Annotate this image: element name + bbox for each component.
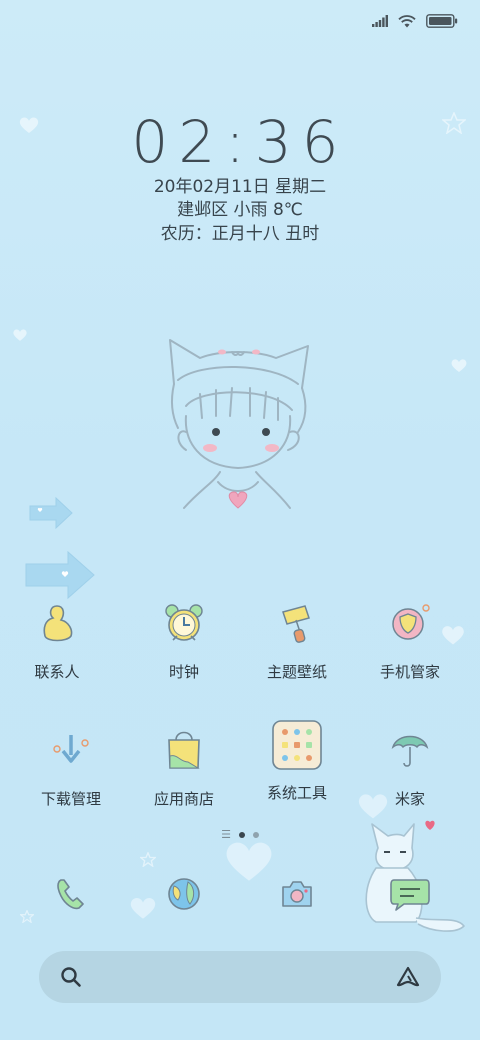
date-weekday: 20年02月11日 星期二 (153, 177, 327, 197)
messages-icon (390, 879, 430, 911)
search-input[interactable] (99, 961, 373, 995)
wifi-icon (398, 14, 416, 27)
heart-decoration-icon (226, 842, 272, 881)
star-decoration-icon (140, 852, 156, 867)
app-label: 手机管家 (379, 663, 440, 681)
search-icon[interactable] (59, 965, 83, 989)
search-bar[interactable] (39, 951, 441, 1003)
browser-icon (168, 878, 200, 910)
app-label: 系统工具 (266, 784, 327, 802)
themes-icon (269, 595, 325, 651)
page-menu-icon[interactable]: ☰ (221, 829, 231, 840)
status-bar (372, 12, 458, 30)
heart-decoration-icon (13, 329, 27, 341)
arrow-decoration-icon (29, 496, 73, 530)
page-indicator[interactable]: ☰ (0, 829, 480, 840)
star-decoration-icon (20, 910, 34, 923)
dock-browser[interactable] (156, 866, 212, 922)
app-label: 应用商店 (153, 790, 214, 808)
heart-decoration-icon (451, 359, 467, 373)
app-folder-tools[interactable]: 系统工具 (242, 716, 352, 803)
app-downloads[interactable]: 下载管理 (16, 722, 126, 809)
page-dot-active[interactable] (238, 831, 245, 838)
app-label: 米家 (394, 790, 425, 808)
page-dot[interactable] (252, 831, 259, 838)
arrow-decoration-icon (25, 550, 95, 600)
lunar-date: 农历：正月十八 丑时 (160, 224, 320, 244)
boy-cat-hat-illustration (169, 339, 309, 509)
security-icon (382, 595, 438, 651)
camera-icon (282, 881, 312, 907)
app-label: 时钟 (168, 663, 199, 681)
app-security[interactable]: 手机管家 (355, 595, 465, 682)
app-mi-home[interactable]: 米家 (355, 722, 465, 809)
dock-camera[interactable] (269, 866, 325, 922)
dock-phone[interactable] (43, 866, 99, 922)
app-themes[interactable]: 主题壁纸 (242, 595, 352, 682)
heart-decoration-icon (130, 898, 156, 919)
mi-home-icon (382, 722, 438, 778)
dock-messages[interactable] (382, 866, 438, 922)
lockscreen-clock: 02:36 (131, 108, 349, 176)
app-store-icon (156, 722, 212, 778)
tools-folder-icon (269, 716, 325, 774)
battery-icon (426, 14, 458, 28)
phone-icon (57, 879, 84, 910)
app-contacts[interactable]: 联系人 (2, 595, 112, 682)
app-label: 下载管理 (40, 790, 101, 808)
clock-icon (156, 595, 212, 651)
assistant-icon[interactable] (395, 965, 421, 989)
app-label: 主题壁纸 (266, 663, 327, 681)
location-weather: 建邺区 小雨 8℃ (177, 200, 303, 220)
app-clock[interactable]: 时钟 (129, 595, 239, 682)
app-label: 联系人 (34, 663, 80, 681)
contacts-icon (29, 595, 85, 651)
app-store[interactable]: 应用商店 (129, 722, 239, 809)
downloads-icon (43, 722, 99, 778)
signal-icon (372, 15, 388, 27)
